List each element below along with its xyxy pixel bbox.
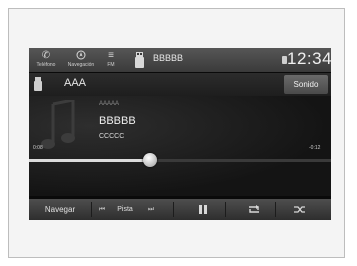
source-title: BBBBB xyxy=(153,53,184,63)
skip-forward-icon[interactable]: ⏭ xyxy=(140,199,162,220)
shuffle-icon[interactable] xyxy=(285,199,315,220)
divider xyxy=(173,202,174,217)
radio-icon: ≡ xyxy=(108,50,114,61)
control-bar: Navegar ⏮ Pista ⏭ xyxy=(29,199,331,220)
fm-label: FM xyxy=(107,62,115,68)
now-playing-panel: AAAAA BBBBB CCCCC 0:08 -0:12 xyxy=(29,96,331,196)
navigation-shortcut[interactable]: Navegación xyxy=(60,50,102,72)
status-bar: ✆ Teléfono Navegación ≡ FM BBBBB 12:34 xyxy=(29,48,331,72)
usb-icon xyxy=(135,52,144,68)
album-row: AAA Sonido xyxy=(29,73,331,96)
repeat-icon[interactable] xyxy=(239,199,269,220)
fm-shortcut[interactable]: ≡ FM xyxy=(100,50,122,72)
track-title: BBBBB xyxy=(99,115,136,127)
divider xyxy=(225,202,226,217)
usb-source-icon xyxy=(34,77,42,91)
skip-back-icon[interactable]: ⏮ xyxy=(92,199,112,220)
progress-knob[interactable] xyxy=(143,153,157,167)
pista-label: Pista xyxy=(117,206,133,213)
divider xyxy=(275,202,276,217)
sound-button[interactable]: Sonido xyxy=(284,75,328,94)
audio-screen: ✆ Teléfono Navegación ≡ FM BBBBB 12:34 A… xyxy=(29,48,331,220)
track-artist: AAAAA xyxy=(99,101,120,107)
navigation-label: Navegación xyxy=(67,62,95,68)
album-name: AAA xyxy=(64,77,87,89)
progress-fill xyxy=(29,159,150,162)
phone-icon: ✆ xyxy=(41,50,51,61)
music-note-icon xyxy=(41,100,75,149)
navegar-button[interactable]: Navegar xyxy=(29,199,91,220)
elapsed-time: 0:08 xyxy=(33,145,43,151)
phone-shortcut[interactable]: ✆ Teléfono xyxy=(29,50,63,72)
navigation-icon xyxy=(60,50,102,62)
track-album: CCCCC xyxy=(99,133,125,140)
clock: 12:34 xyxy=(287,49,331,68)
remaining-time: -0:12 xyxy=(309,145,321,151)
phone-label: Teléfono xyxy=(36,62,56,68)
pause-icon[interactable] xyxy=(188,199,218,220)
